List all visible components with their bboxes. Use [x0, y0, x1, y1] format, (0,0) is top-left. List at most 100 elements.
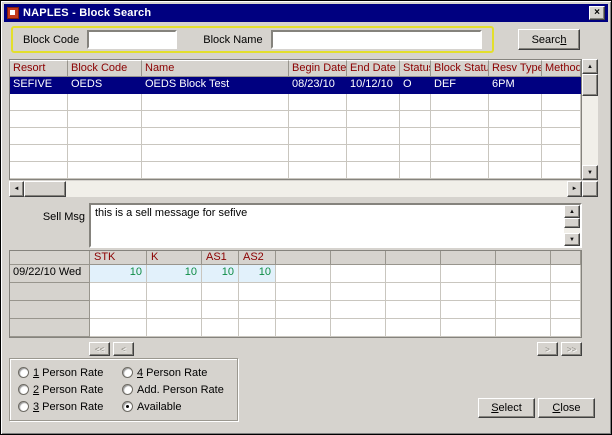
radio-icon: [122, 401, 133, 412]
results-vertical-scrollbar[interactable]: ▲ ▼: [582, 59, 598, 180]
empty-cell: [202, 283, 239, 301]
scrollbar-thumb[interactable]: [24, 181, 66, 197]
empty-cell: [10, 319, 90, 337]
empty-cell: [489, 145, 542, 162]
cell-method: [542, 77, 581, 94]
empty-cell: [496, 319, 551, 337]
scroll-up-icon[interactable]: ▲: [582, 59, 598, 74]
results-header-row: Resort Block Code Name Begin Date End Da…: [10, 60, 581, 77]
search-button[interactable]: Search: [518, 29, 580, 50]
table-row-selected[interactable]: SEFIVE OEDS OEDS Block Test 08/23/10 10/…: [10, 77, 581, 94]
radio-icon: [122, 384, 133, 395]
radio-option-3-person-rate[interactable]: 3 Person Rate: [18, 398, 120, 415]
empty-cell: [347, 111, 400, 128]
sell-msg-label: Sell Msg: [9, 211, 85, 223]
rates-value-row: 09/22/10 Wed 10 10 10 10: [10, 265, 581, 283]
empty-cell: [276, 301, 331, 319]
empty-cell: [142, 94, 289, 111]
empty-cell: [489, 94, 542, 111]
empty-cell: [496, 283, 551, 301]
rates-row-empty: [10, 283, 581, 301]
rate-value-cell: [386, 265, 441, 283]
scroll-right-icon[interactable]: ►: [567, 181, 582, 197]
empty-cell: [386, 319, 441, 337]
empty-cell: [431, 162, 489, 179]
pager-prev-button[interactable]: <: [113, 342, 134, 356]
empty-cell: [542, 111, 581, 128]
scroll-down-icon[interactable]: ▼: [564, 233, 580, 246]
pager-first-button[interactable]: <<: [89, 342, 110, 356]
empty-cell: [400, 162, 431, 179]
pager-last-button[interactable]: >>: [561, 342, 582, 356]
block-name-input[interactable]: [271, 30, 482, 49]
sell-msg-scrollbar[interactable]: ▲ ▼: [564, 205, 580, 246]
empty-cell: [276, 283, 331, 301]
close-button[interactable]: ×: [589, 6, 605, 20]
block-code-label: Block Code: [23, 34, 79, 46]
table-row-empty: [10, 94, 581, 111]
empty-cell: [289, 145, 347, 162]
radio-option-4-person-rate[interactable]: 4 Person Rate: [122, 364, 233, 381]
empty-cell: [202, 301, 239, 319]
empty-cell: [147, 283, 202, 301]
results-grid: Resort Block Code Name Begin Date End Da…: [9, 59, 582, 180]
column-header-method: Method: [542, 60, 581, 77]
empty-cell: [90, 301, 147, 319]
radio-icon: [18, 367, 29, 378]
empty-cell: [551, 283, 581, 301]
empty-cell: [542, 128, 581, 145]
empty-cell: [441, 283, 496, 301]
scroll-down-icon[interactable]: ▼: [582, 165, 598, 180]
radio-option-add-person-rate[interactable]: Add. Person Rate: [122, 381, 233, 398]
radio-icon: [18, 401, 29, 412]
empty-cell: [489, 162, 542, 179]
radio-option-1-person-rate[interactable]: 1 Person Rate: [18, 364, 120, 381]
column-header-resort: Resort: [10, 60, 68, 77]
radio-label: 1 Person Rate: [33, 367, 103, 379]
rate-value-cell: [496, 265, 551, 283]
cell-end-date: 10/12/10: [347, 77, 400, 94]
empty-cell: [289, 94, 347, 111]
rates-column-header: [441, 251, 496, 265]
select-button[interactable]: Select: [478, 398, 535, 418]
empty-cell: [400, 128, 431, 145]
rate-value-cell: 10: [90, 265, 147, 283]
block-code-input[interactable]: [87, 30, 177, 49]
empty-cell: [431, 145, 489, 162]
empty-cell: [142, 128, 289, 145]
empty-cell: [542, 94, 581, 111]
pager-next-button[interactable]: >: [537, 342, 558, 356]
column-header-block-status: Block Status: [431, 60, 489, 77]
empty-cell: [142, 162, 289, 179]
empty-cell: [90, 319, 147, 337]
empty-cell: [441, 319, 496, 337]
cell-block-status: DEF: [431, 77, 489, 94]
empty-cell: [10, 301, 90, 319]
empty-cell: [289, 162, 347, 179]
rates-column-header: K: [147, 251, 202, 265]
empty-cell: [347, 145, 400, 162]
results-horizontal-scrollbar[interactable]: ◄ ►: [9, 181, 582, 197]
rates-column-header: [496, 251, 551, 265]
close-button-footer[interactable]: Close: [538, 398, 595, 418]
cell-resort: SEFIVE: [10, 77, 68, 94]
scroll-up-icon[interactable]: ▲: [564, 205, 580, 218]
scrollbar-track[interactable]: [66, 181, 567, 197]
scrollbar-thumb[interactable]: [582, 74, 598, 96]
empty-cell: [431, 128, 489, 145]
radio-option-available[interactable]: Available: [122, 398, 233, 415]
radio-icon: [18, 384, 29, 395]
scroll-left-icon[interactable]: ◄: [9, 181, 24, 197]
rate-value-cell: 10: [239, 265, 276, 283]
rates-corner-cell: [10, 251, 90, 265]
rates-column-header: STK: [90, 251, 147, 265]
radio-option-2-person-rate[interactable]: 2 Person Rate: [18, 381, 120, 398]
sell-msg-text[interactable]: this is a sell message for sefive: [91, 205, 564, 246]
scrollbar-thumb[interactable]: [564, 218, 580, 228]
rates-row-empty: [10, 319, 581, 337]
empty-cell: [489, 111, 542, 128]
rate-options-panel: 1 Person Rate 2 Person Rate 3 Person Rat…: [9, 358, 238, 421]
column-header-block-code: Block Code: [68, 60, 142, 77]
scrollbar-track[interactable]: [582, 96, 598, 165]
table-row-empty: [10, 145, 581, 162]
